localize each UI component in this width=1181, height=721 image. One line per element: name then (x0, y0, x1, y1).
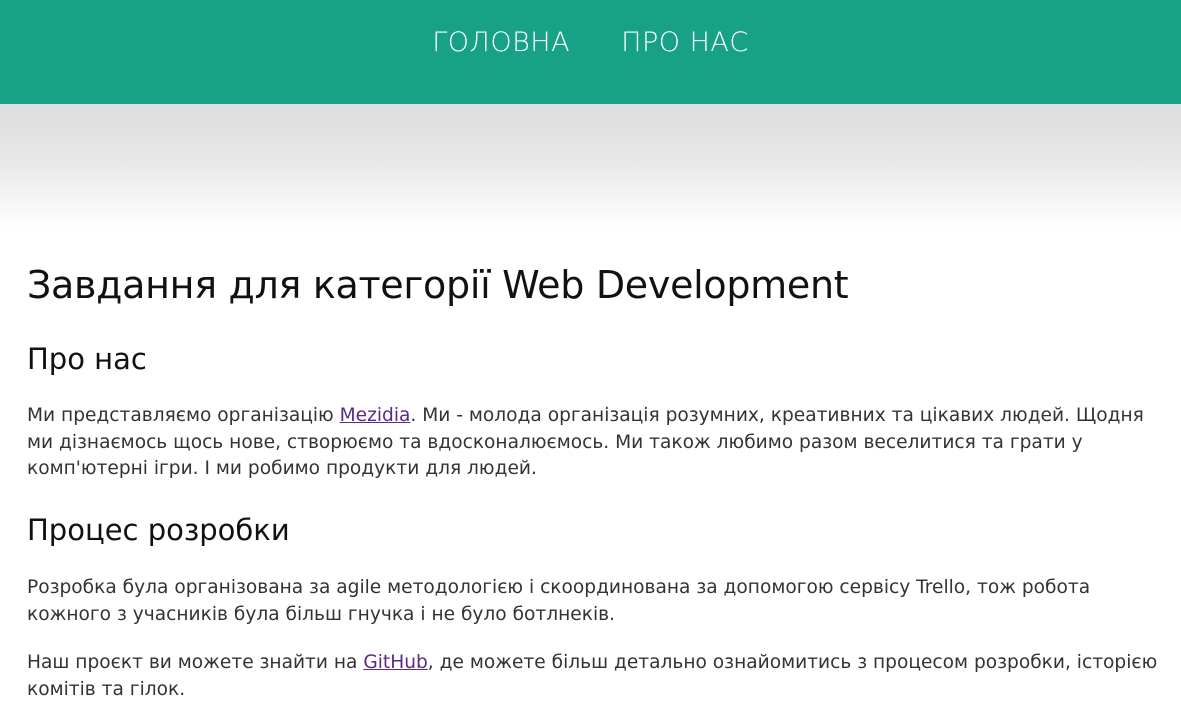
nav-item-about[interactable]: ПРО НАС (621, 24, 749, 62)
github-link[interactable]: GitHub (363, 652, 427, 673)
nav-menu: ГОЛОВНА ПРО НАС (0, 24, 1181, 62)
top-navigation-bar: ГОЛОВНА ПРО НАС (0, 0, 1181, 104)
about-paragraph: Ми представляємо організацію Mezidia. Ми… (27, 403, 1172, 483)
header-gradient-band (0, 104, 1181, 230)
github-text-before: Наш проєкт ви можете знайти на (27, 652, 364, 673)
github-paragraph: Наш проєкт ви можете знайти на GitHub, д… (27, 650, 1167, 703)
about-heading: Про нас (27, 342, 147, 376)
mezidia-link[interactable]: Mezidia (340, 405, 411, 426)
nav-item-home[interactable]: ГОЛОВНА (432, 24, 570, 62)
process-paragraph: Розробка була організована за agile мето… (27, 577, 1091, 625)
process-heading: Процес розробки (27, 513, 290, 547)
main-content: Завдання для категорії Web Development П… (27, 262, 1167, 700)
about-text-before: Ми представляємо організацію (27, 405, 340, 426)
page-title: Завдання для категорії Web Development (27, 263, 849, 307)
